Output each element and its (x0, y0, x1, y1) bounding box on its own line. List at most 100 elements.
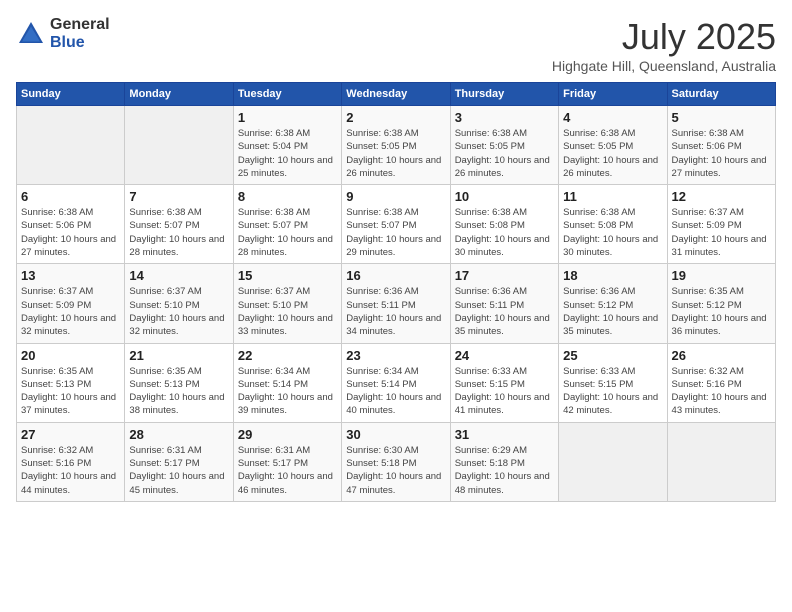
day-info: Sunrise: 6:35 AMSunset: 5:13 PMDaylight:… (21, 365, 120, 418)
day-number: 27 (21, 427, 120, 442)
day-cell: 21 Sunrise: 6:35 AMSunset: 5:13 PMDayligh… (125, 343, 233, 422)
logo-text-general: General (50, 16, 110, 33)
day-cell: 14Sunrise: 6:37 AMSunset: 5:10 PMDayligh… (125, 264, 233, 343)
day-number: 31 (455, 427, 554, 442)
day-info: Sunrise: 6:33 AMSunset: 5:15 PMDaylight:… (455, 365, 554, 418)
day-cell: 15 Sunrise: 6:37 AMSunset: 5:10 PMDayligh… (233, 264, 341, 343)
day-number: 20 (21, 348, 120, 363)
day-number: 19 (672, 268, 771, 283)
day-cell: 26Sunrise: 6:32 AMSunset: 5:16 PMDayligh… (667, 343, 775, 422)
day-number: 2 (346, 110, 445, 125)
day-number: 24 (455, 348, 554, 363)
day-number: 17 (455, 268, 554, 283)
logo-icon (16, 19, 46, 49)
day-cell: 12Sunrise: 6:37 AMSunset: 5:09 PMDayligh… (667, 185, 775, 264)
day-info: Sunrise: 6:38 AMSunset: 5:05 PMDaylight:… (346, 127, 445, 180)
day-cell: 13 Sunrise: 6:37 AMSunset: 5:09 PMDayligh… (17, 264, 125, 343)
calendar-table: SundayMondayTuesdayWednesdayThursdayFrid… (16, 82, 776, 502)
day-info: Sunrise: 6:36 AMSunset: 5:11 PMDaylight:… (455, 285, 554, 338)
day-info: Sunrise: 6:36 AMSunset: 5:12 PMDaylight:… (563, 285, 662, 338)
day-info: Sunrise: 6:34 AMSunset: 5:14 PMDaylight:… (238, 365, 337, 418)
day-info: Sunrise: 6:37 AMSunset: 5:09 PMDaylight:… (21, 285, 120, 338)
day-header-wednesday: Wednesday (342, 83, 450, 106)
day-info: Sunrise: 6:37 AMSunset: 5:10 PMDaylight:… (238, 285, 337, 338)
day-cell: 28 Sunrise: 6:31 AMSunset: 5:17 PMDayligh… (125, 422, 233, 501)
day-cell: 18Sunrise: 6:36 AMSunset: 5:12 PMDayligh… (559, 264, 667, 343)
day-number: 11 (563, 189, 662, 204)
day-info: Sunrise: 6:30 AMSunset: 5:18 PMDaylight:… (346, 444, 445, 497)
day-info: Sunrise: 6:38 AMSunset: 5:07 PMDaylight:… (238, 206, 337, 259)
week-row-3: 13 Sunrise: 6:37 AMSunset: 5:09 PMDayligh… (17, 264, 776, 343)
day-info: Sunrise: 6:31 AMSunset: 5:17 PMDaylight:… (129, 444, 228, 497)
day-number: 21 (129, 348, 228, 363)
day-cell: 6 Sunrise: 6:38 AMSunset: 5:06 PMDaylight… (17, 185, 125, 264)
day-cell: 3 Sunrise: 6:38 AMSunset: 5:05 PMDaylight… (450, 106, 558, 185)
day-info: Sunrise: 6:38 AMSunset: 5:04 PMDaylight:… (238, 127, 337, 180)
days-of-week-row: SundayMondayTuesdayWednesdayThursdayFrid… (17, 83, 776, 106)
calendar-header: SundayMondayTuesdayWednesdayThursdayFrid… (17, 83, 776, 106)
day-cell: 7 Sunrise: 6:38 AMSunset: 5:07 PMDaylight… (125, 185, 233, 264)
day-header-tuesday: Tuesday (233, 83, 341, 106)
day-cell (667, 422, 775, 501)
day-number: 16 (346, 268, 445, 283)
day-cell: 30 Sunrise: 6:30 AMSunset: 5:18 PMDayligh… (342, 422, 450, 501)
page-header: General Blue July 2025 Highgate Hill, Qu… (16, 16, 776, 74)
day-number: 8 (238, 189, 337, 204)
day-number: 28 (129, 427, 228, 442)
day-cell: 31 Sunrise: 6:29 AMSunset: 5:18 PMDayligh… (450, 422, 558, 501)
day-cell: 2 Sunrise: 6:38 AMSunset: 5:05 PMDaylight… (342, 106, 450, 185)
day-info: Sunrise: 6:33 AMSunset: 5:15 PMDaylight:… (563, 365, 662, 418)
day-info: Sunrise: 6:32 AMSunset: 5:16 PMDaylight:… (672, 365, 771, 418)
day-info: Sunrise: 6:38 AMSunset: 5:07 PMDaylight:… (129, 206, 228, 259)
day-cell: 8 Sunrise: 6:38 AMSunset: 5:07 PMDaylight… (233, 185, 341, 264)
day-header-friday: Friday (559, 83, 667, 106)
day-number: 12 (672, 189, 771, 204)
day-cell: 20 Sunrise: 6:35 AMSunset: 5:13 PMDayligh… (17, 343, 125, 422)
day-cell: 25 Sunrise: 6:33 AMSunset: 5:15 PMDayligh… (559, 343, 667, 422)
day-info: Sunrise: 6:38 AMSunset: 5:08 PMDaylight:… (455, 206, 554, 259)
day-cell: 4 Sunrise: 6:38 AMSunset: 5:05 PMDaylight… (559, 106, 667, 185)
day-number: 30 (346, 427, 445, 442)
day-info: Sunrise: 6:37 AMSunset: 5:10 PMDaylight:… (129, 285, 228, 338)
day-info: Sunrise: 6:38 AMSunset: 5:07 PMDaylight:… (346, 206, 445, 259)
week-row-1: 1 Sunrise: 6:38 AMSunset: 5:04 PMDaylight… (17, 106, 776, 185)
day-number: 5 (672, 110, 771, 125)
day-number: 3 (455, 110, 554, 125)
day-cell: 9Sunrise: 6:38 AMSunset: 5:07 PMDaylight… (342, 185, 450, 264)
day-cell: 23 Sunrise: 6:34 AMSunset: 5:14 PMDayligh… (342, 343, 450, 422)
day-info: Sunrise: 6:34 AMSunset: 5:14 PMDaylight:… (346, 365, 445, 418)
day-header-saturday: Saturday (667, 83, 775, 106)
day-info: Sunrise: 6:38 AMSunset: 5:05 PMDaylight:… (455, 127, 554, 180)
day-cell: 19Sunrise: 6:35 AMSunset: 5:12 PMDayligh… (667, 264, 775, 343)
day-cell: 1 Sunrise: 6:38 AMSunset: 5:04 PMDaylight… (233, 106, 341, 185)
day-number: 13 (21, 268, 120, 283)
week-row-2: 6 Sunrise: 6:38 AMSunset: 5:06 PMDaylight… (17, 185, 776, 264)
day-number: 6 (21, 189, 120, 204)
day-number: 1 (238, 110, 337, 125)
day-info: Sunrise: 6:29 AMSunset: 5:18 PMDaylight:… (455, 444, 554, 497)
day-number: 4 (563, 110, 662, 125)
day-info: Sunrise: 6:38 AMSunset: 5:05 PMDaylight:… (563, 127, 662, 180)
day-cell: 11Sunrise: 6:38 AMSunset: 5:08 PMDayligh… (559, 185, 667, 264)
day-number: 10 (455, 189, 554, 204)
day-info: Sunrise: 6:36 AMSunset: 5:11 PMDaylight:… (346, 285, 445, 338)
day-info: Sunrise: 6:38 AMSunset: 5:06 PMDaylight:… (21, 206, 120, 259)
day-number: 25 (563, 348, 662, 363)
day-cell: 5Sunrise: 6:38 AMSunset: 5:06 PMDaylight… (667, 106, 775, 185)
day-cell: 29Sunrise: 6:31 AMSunset: 5:17 PMDayligh… (233, 422, 341, 501)
day-cell: 27Sunrise: 6:32 AMSunset: 5:16 PMDayligh… (17, 422, 125, 501)
day-number: 15 (238, 268, 337, 283)
day-cell (17, 106, 125, 185)
day-cell (125, 106, 233, 185)
day-info: Sunrise: 6:31 AMSunset: 5:17 PMDaylight:… (238, 444, 337, 497)
day-cell (559, 422, 667, 501)
week-row-5: 27Sunrise: 6:32 AMSunset: 5:16 PMDayligh… (17, 422, 776, 501)
day-number: 23 (346, 348, 445, 363)
title-block: July 2025 Highgate Hill, Queensland, Aus… (552, 16, 776, 74)
logo-text-blue: Blue (50, 34, 85, 51)
day-info: Sunrise: 6:35 AMSunset: 5:13 PMDaylight:… (129, 365, 228, 418)
day-number: 7 (129, 189, 228, 204)
location-title: Highgate Hill, Queensland, Australia (552, 58, 776, 74)
day-cell: 24 Sunrise: 6:33 AMSunset: 5:15 PMDayligh… (450, 343, 558, 422)
day-header-monday: Monday (125, 83, 233, 106)
